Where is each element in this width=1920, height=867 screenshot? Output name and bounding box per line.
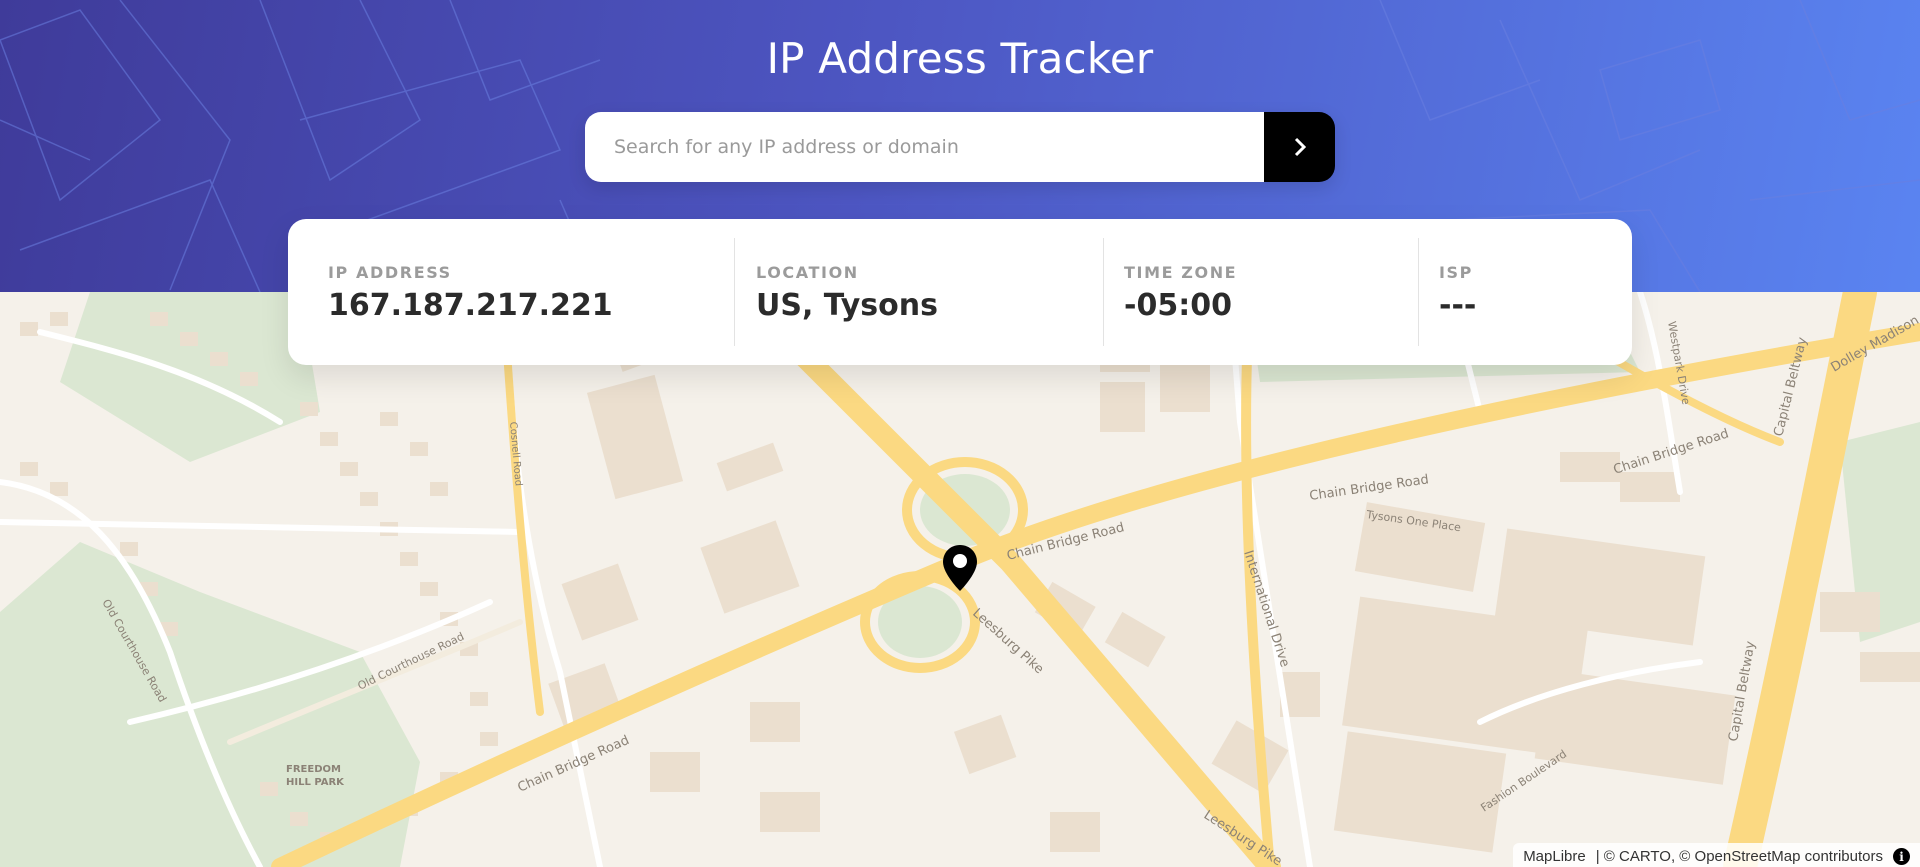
- map-label-chain-bridge: Chain Bridge Road: [1308, 472, 1429, 504]
- map-attribution: MapLibre | © CARTO, © OpenStreetMap cont…: [1513, 843, 1920, 867]
- search-submit-button[interactable]: [1264, 112, 1335, 182]
- search-bar: [585, 112, 1335, 182]
- carto-attribution: | © CARTO, ©: [1595, 848, 1691, 865]
- divider: [1103, 238, 1104, 346]
- isp-value: ---: [1439, 288, 1477, 323]
- maplibre-link[interactable]: MapLibre: [1523, 848, 1586, 865]
- ip-address-value: 167.187.217.221: [328, 288, 613, 323]
- timezone-section: TIME ZONE -05:00: [1124, 219, 1237, 365]
- ip-address-section: IP ADDRESS 167.187.217.221: [328, 219, 613, 365]
- map-label-park: FREEDOM: [286, 764, 341, 775]
- location-label: LOCATION: [756, 263, 859, 282]
- map-label-park: HILL PARK: [286, 777, 345, 788]
- location-pin-icon[interactable]: [942, 544, 978, 592]
- map-label-cosnell-road: Cosnell Road: [507, 421, 524, 486]
- chevron-right-icon: [1294, 137, 1306, 157]
- timezone-value: -05:00: [1124, 288, 1232, 323]
- search-input[interactable]: [585, 112, 1264, 182]
- page-title: IP Address Tracker: [766, 34, 1154, 83]
- map-label-old-courthouse: Old Courthouse Road: [356, 630, 467, 693]
- ip-address-label: IP ADDRESS: [328, 263, 452, 282]
- location-section: LOCATION US, Tysons: [756, 219, 938, 365]
- isp-section: ISP ---: [1439, 219, 1476, 365]
- divider: [734, 238, 735, 346]
- contributors-text: contributors: [1804, 848, 1883, 865]
- openstreetmap-link[interactable]: OpenStreetMap: [1695, 848, 1801, 865]
- isp-label: ISP: [1439, 263, 1474, 282]
- timezone-label: TIME ZONE: [1124, 263, 1238, 282]
- map-label-leesburg-pike: Leesburg Pike: [969, 606, 1046, 677]
- ip-info-card: IP ADDRESS 167.187.217.221 LOCATION US, …: [288, 219, 1632, 365]
- attribution-info-icon[interactable]: i: [1893, 848, 1910, 865]
- location-value: US, Tysons: [756, 288, 938, 323]
- divider: [1418, 238, 1419, 346]
